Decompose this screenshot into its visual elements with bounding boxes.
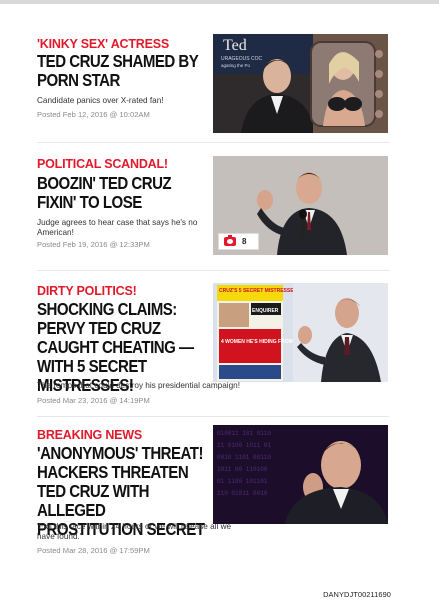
article-dek: Candidate panics over X-rated fan! — [37, 96, 164, 105]
article-dek: 'Exit this race within 24 hours or we wi… — [37, 522, 232, 541]
svg-text:1011 00 110100: 1011 00 110100 — [217, 466, 268, 473]
article-divider — [37, 270, 389, 271]
article-thumbnail[interactable]: 8 — [213, 156, 388, 255]
article-card[interactable]: 'KINKY SEX' ACTRESS TED CRUZ SHAMED BY P… — [37, 32, 389, 143]
document-id: DANYDJT00211690 — [323, 590, 391, 599]
photo-gallery-badge[interactable]: 8 — [218, 233, 259, 250]
hacker-threat-photo: 010011 101 0110 11 0100 1011 01 0010 110… — [213, 425, 388, 524]
article-card[interactable]: POLITICAL SCANDAL! BOOZIN' TED CRUZ FIXI… — [37, 143, 389, 272]
svg-text:0010 1101 00110: 0010 1101 00110 — [217, 454, 271, 461]
article-kicker: POLITICAL SCANDAL! — [37, 157, 168, 171]
magazine-cover-and-cruz-photo: CRUZ'S 5 SECRET MISTRESSES ENQUIRER 4 WO… — [213, 283, 388, 382]
article-timestamp: Posted Mar 28, 2016 @ 17:59PM — [37, 546, 150, 555]
article-timestamp: Posted Feb 19, 2016 @ 12:33PM — [37, 240, 150, 249]
svg-text:URAGEOUS COC: URAGEOUS COC — [221, 56, 263, 62]
top-divider — [0, 0, 439, 4]
svg-text:agating the Po: agating the Po — [221, 63, 251, 68]
article-feed: 'KINKY SEX' ACTRESS TED CRUZ SHAMED BY P… — [37, 32, 389, 577]
article-kicker: 'KINKY SEX' ACTRESS — [37, 37, 170, 51]
ted-cruz-photo: Ted URAGEOUS COC agating the Po — [213, 34, 388, 133]
article-dek: The romps that could destroy his preside… — [37, 381, 240, 390]
camera-icon — [224, 235, 236, 246]
article-kicker: BREAKING NEWS — [37, 428, 143, 442]
article-headline[interactable]: BOOZIN' TED CRUZ FIXIN' TO LOSE — [37, 174, 209, 212]
article-timestamp: Posted Feb 12, 2016 @ 10:02AM — [37, 110, 150, 119]
article-thumbnail[interactable]: Ted URAGEOUS COC agating the Po — [213, 34, 388, 133]
svg-text:11 0100 1011 01: 11 0100 1011 01 — [217, 442, 271, 449]
article-card[interactable]: BREAKING NEWS 'ANONYMOUS' THREAT! HACKER… — [37, 417, 389, 577]
article-card[interactable]: DIRTY POLITICS! SHOCKING CLAIMS: PERVY T… — [37, 272, 389, 417]
svg-text:110 01011 0010: 110 01011 0010 — [217, 490, 268, 497]
article-timestamp: Posted Mar 23, 2016 @ 14:19PM — [37, 396, 150, 405]
article-headline[interactable]: TED CRUZ SHAMED BY PORN STAR — [37, 52, 209, 90]
backdrop-text: Ted — [223, 37, 247, 54]
article-kicker: DIRTY POLITICS! — [37, 284, 137, 298]
gallery-count: 8 — [242, 237, 247, 246]
cover-line-1: CRUZ'S 5 SECRET MISTRESSES — [219, 288, 298, 294]
article-dek: Judge agrees to hear case that says he's… — [37, 218, 198, 237]
article-thumbnail[interactable]: CRUZ'S 5 SECRET MISTRESSES ENQUIRER 4 WO… — [213, 283, 388, 382]
svg-text:010011 101 0110: 010011 101 0110 — [217, 430, 271, 437]
article-thumbnail[interactable]: 010011 101 0110 11 0100 1011 01 0010 110… — [213, 425, 388, 524]
cover-line-2: ENQUIRER — [252, 308, 279, 314]
svg-text:01 1100 101101: 01 1100 101101 — [217, 478, 268, 485]
